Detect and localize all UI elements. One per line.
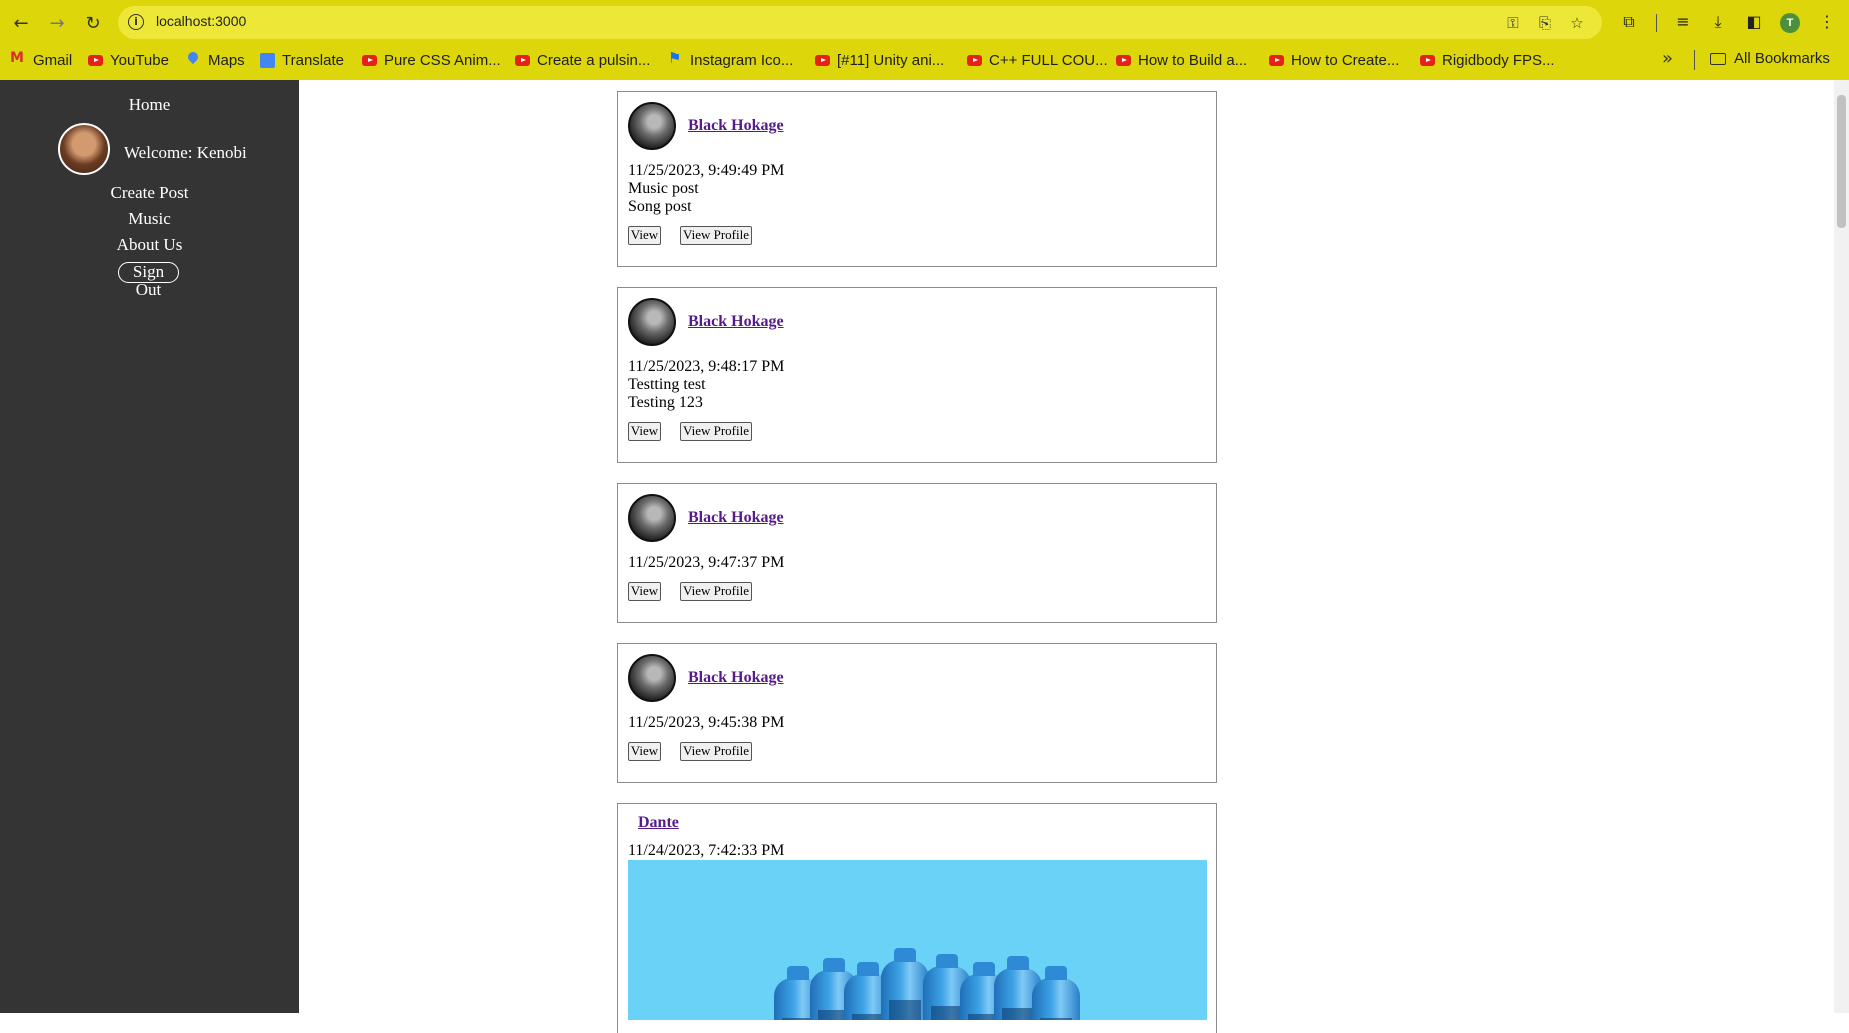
post-date: 11/25/2023, 9:48:17 PM	[628, 358, 785, 375]
author-avatar[interactable]	[628, 494, 676, 542]
author-avatar[interactable]	[628, 102, 676, 150]
side-panel-icon[interactable]: ◧	[1743, 11, 1765, 33]
forward-arrow-icon[interactable]: →	[44, 10, 70, 36]
post-date: 11/25/2023, 9:45:38 PM	[628, 714, 785, 731]
post-body: Testing 123	[628, 394, 703, 411]
nav-about-us[interactable]: About Us	[0, 235, 299, 255]
bookmark-build[interactable]: How to Build a...	[1116, 50, 1247, 70]
nav-home[interactable]: Home	[0, 95, 299, 115]
author-avatar[interactable]	[628, 654, 676, 702]
post-body: Song post	[628, 198, 692, 215]
sign-out-button[interactable]: Sign Out	[118, 262, 179, 299]
view-profile-button[interactable]: View Profile	[680, 226, 752, 245]
post-date: 11/25/2023, 9:47:37 PM	[628, 554, 785, 571]
author-link[interactable]: Black Hokage	[688, 509, 784, 527]
youtube-icon	[967, 54, 982, 66]
browser-toolbar: ← → ↻ i localhost:3000 ⚿ ⎘ ☆ ⧉ ≡ ⤓ ◧ T ⋮…	[0, 0, 1849, 80]
view-button[interactable]: View	[628, 582, 661, 601]
bottle-image	[881, 948, 929, 1020]
bookmark-pulsing[interactable]: Create a pulsin...	[515, 50, 650, 70]
address-url[interactable]: localhost:3000	[156, 13, 246, 29]
bookmarks-divider	[1694, 50, 1695, 70]
youtube-icon	[1269, 54, 1284, 66]
maps-icon	[186, 55, 201, 66]
post-card: Black Hokage 11/25/2023, 9:48:17 PM Test…	[617, 287, 1217, 463]
bookmark-instagram[interactable]: Instagram Ico...	[668, 49, 793, 70]
sidebar: Home Welcome: Kenobi Create Post Music A…	[0, 80, 299, 1013]
author-avatar[interactable]	[628, 298, 676, 346]
reload-icon[interactable]: ↻	[80, 10, 106, 36]
address-bar[interactable]: i localhost:3000 ⚿ ⎘ ☆	[118, 6, 1602, 39]
folder-icon	[1710, 52, 1726, 65]
youtube-icon	[515, 54, 530, 66]
youtube-icon	[1420, 54, 1435, 66]
bookmark-unity[interactable]: [#11] Unity ani...	[815, 50, 944, 70]
view-profile-button[interactable]: View Profile	[680, 582, 752, 601]
bookmark-youtube[interactable]: YouTube	[88, 50, 169, 70]
install-app-icon[interactable]: ⎘	[1536, 14, 1554, 32]
post-card: Dante 11/24/2023, 7:42:33 PM	[617, 803, 1217, 1033]
bookmark-cpp[interactable]: C++ FULL COU...	[967, 50, 1108, 70]
bookmark-translate[interactable]: Translate	[260, 50, 344, 70]
media-controls-icon[interactable]: ≡	[1672, 11, 1694, 33]
post-image[interactable]	[628, 860, 1207, 1020]
bottle-image	[1032, 966, 1080, 1020]
password-key-icon[interactable]: ⚿	[1504, 14, 1522, 32]
youtube-icon	[362, 54, 377, 66]
gmail-icon	[10, 50, 26, 66]
post-card: Black Hokage 11/25/2023, 9:45:38 PM View…	[617, 643, 1217, 783]
user-avatar[interactable]	[58, 123, 110, 175]
view-profile-button[interactable]: View Profile	[680, 422, 752, 441]
post-date: 11/25/2023, 9:49:49 PM	[628, 162, 785, 179]
all-bookmarks[interactable]: All Bookmarks	[1710, 50, 1830, 67]
youtube-icon	[815, 54, 830, 66]
view-button[interactable]: View	[628, 422, 661, 441]
profile-avatar[interactable]: T	[1780, 13, 1800, 33]
scrollbar-thumb[interactable]	[1837, 95, 1846, 228]
bookmark-star-icon[interactable]: ☆	[1568, 14, 1586, 32]
extensions-icon[interactable]: ⧉	[1618, 11, 1640, 33]
back-arrow-icon[interactable]: ←	[8, 10, 34, 36]
view-button[interactable]: View	[628, 742, 661, 761]
author-link[interactable]: Black Hokage	[688, 117, 784, 135]
downloads-icon[interactable]: ⤓	[1707, 11, 1729, 33]
post-date: 11/24/2023, 7:42:33 PM	[628, 842, 785, 859]
post-title: Testting test	[628, 376, 706, 393]
more-bookmarks-chevron-icon[interactable]: »	[1662, 48, 1673, 69]
view-profile-button[interactable]: View Profile	[680, 742, 752, 761]
page-scrollbar[interactable]	[1834, 80, 1849, 1013]
post-card: Black Hokage 11/25/2023, 9:47:37 PM View…	[617, 483, 1217, 623]
youtube-icon	[1116, 54, 1131, 66]
bookmark-pure-css[interactable]: Pure CSS Anim...	[362, 50, 501, 70]
menu-kebab-icon[interactable]: ⋮	[1816, 11, 1838, 33]
site-info-icon[interactable]: i	[128, 14, 144, 30]
view-button[interactable]: View	[628, 226, 661, 245]
bookmark-rigidbody[interactable]: Rigidbody FPS...	[1420, 50, 1555, 70]
author-link[interactable]: Black Hokage	[688, 669, 784, 687]
toolbar-divider	[1656, 14, 1657, 32]
flag-icon	[668, 49, 683, 67]
post-title: Music post	[628, 180, 699, 197]
bookmark-gmail[interactable]: Gmail	[10, 50, 72, 70]
welcome-text: Welcome: Kenobi	[124, 143, 247, 162]
translate-icon	[260, 52, 275, 68]
nav-create-post[interactable]: Create Post	[0, 183, 299, 203]
bookmarks-bar: Gmail YouTube Maps Translate Pure CSS An…	[0, 46, 1849, 72]
author-link[interactable]: Dante	[638, 814, 679, 832]
bookmark-create[interactable]: How to Create...	[1269, 50, 1399, 70]
author-link[interactable]: Black Hokage	[688, 313, 784, 331]
nav-music[interactable]: Music	[0, 209, 299, 229]
bookmark-maps[interactable]: Maps	[186, 50, 245, 70]
youtube-icon	[88, 54, 103, 66]
post-card: Black Hokage 11/25/2023, 9:49:49 PM Musi…	[617, 91, 1217, 267]
